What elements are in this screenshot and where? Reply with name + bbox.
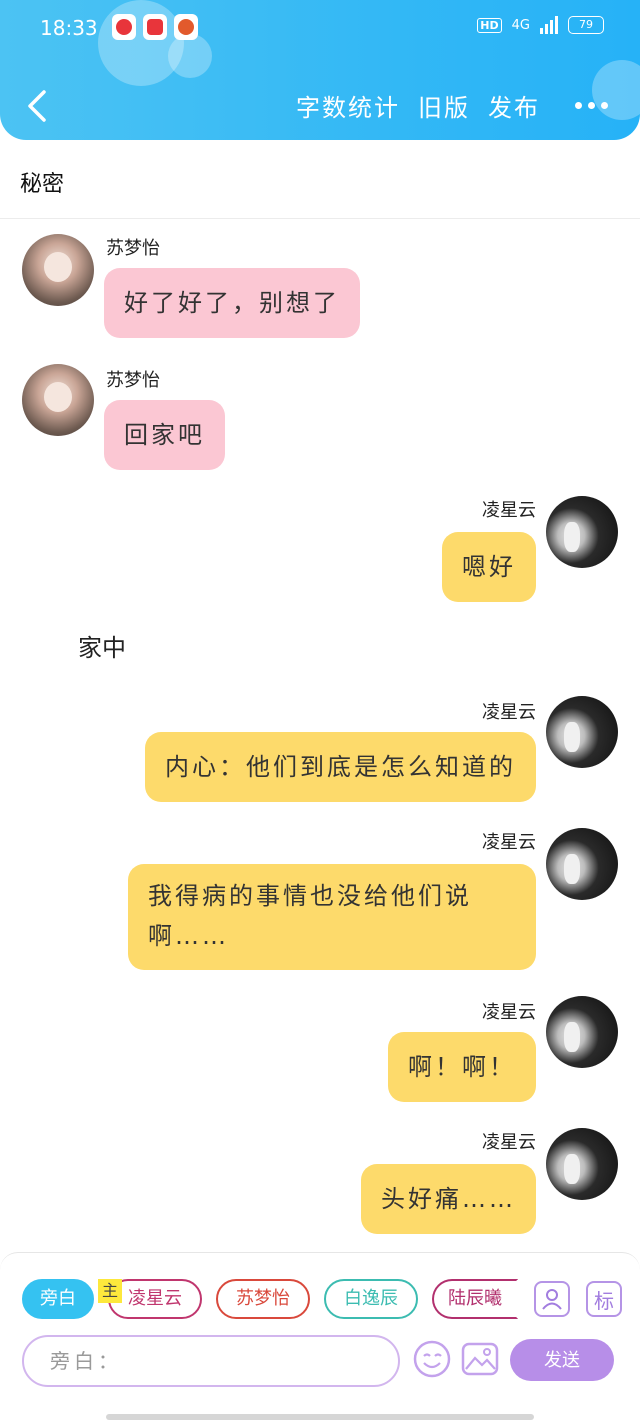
message-bubble[interactable]: 嗯好 [442, 532, 536, 602]
old-version-button[interactable]: 旧版 [418, 88, 470, 123]
role-chip-narrator[interactable]: 旁白 [22, 1279, 94, 1319]
message-bubble[interactable]: 我得病的事情也没给他们说 啊…… [128, 864, 536, 970]
message-input[interactable] [22, 1335, 400, 1387]
role-chip-luchenxi[interactable]: 陆辰曦 [432, 1279, 518, 1319]
input-row: 发送 [0, 1333, 640, 1393]
chevron-left-icon [28, 90, 46, 122]
divider [0, 218, 640, 219]
avatar[interactable] [546, 1128, 618, 1200]
main-role-badge: 主 [98, 1279, 122, 1303]
publish-button[interactable]: 发布 [488, 88, 540, 123]
back-button[interactable] [22, 86, 52, 126]
scene-label: 家中 [78, 634, 126, 662]
sender-name: 凌星云 [482, 1132, 536, 1153]
status-indicators: HD 4G 79 [477, 16, 604, 34]
network-type: 4G [511, 17, 530, 33]
more-dots-icon[interactable] [575, 102, 608, 109]
message-bubble[interactable]: 好了好了，别想了 [104, 268, 360, 338]
top-header: 18:33 HD 4G 79 字数统计 旧版 发布 [0, 0, 640, 140]
send-button[interactable]: 发送 [510, 1339, 614, 1381]
avatar[interactable] [22, 364, 94, 436]
notification-app-icon [143, 14, 167, 40]
battery-icon: 79 [568, 16, 604, 34]
emoji-icon[interactable] [412, 1339, 452, 1379]
character-manage-button[interactable] [534, 1281, 570, 1317]
message-bubble[interactable]: 头好痛…… [361, 1164, 536, 1234]
image-icon[interactable] [460, 1339, 500, 1379]
sender-name: 凌星云 [482, 702, 536, 723]
avatar[interactable] [546, 496, 618, 568]
sender-name: 苏梦怡 [106, 370, 160, 391]
person-icon [542, 1289, 562, 1310]
hd-icon: HD [477, 17, 502, 33]
role-chip-sumengyi[interactable]: 苏梦怡 [216, 1279, 310, 1319]
message-bubble[interactable]: 回家吧 [104, 400, 225, 470]
scene-title: 秘密 [20, 172, 65, 197]
notification-app-icon [174, 14, 198, 40]
message-line: 我得病的事情也没给他们说 [148, 882, 472, 910]
notification-app-icon [112, 14, 136, 40]
word-count-button[interactable]: 字数统计 [296, 88, 400, 123]
sender-name: 凌星云 [482, 832, 536, 853]
sender-name: 凌星云 [482, 500, 536, 521]
sender-name: 苏梦怡 [106, 238, 160, 259]
signal-icon [540, 16, 558, 34]
status-time: 18:33 [40, 16, 98, 40]
message-bubble[interactable]: 内心：他们到底是怎么知道的 [145, 732, 536, 802]
role-chip-baiyichen[interactable]: 白逸辰 [324, 1279, 418, 1319]
decor-bubble [592, 60, 640, 120]
tag-button[interactable]: 标 [586, 1281, 622, 1317]
composer-panel: 旁白 凌星云 主 苏梦怡 白逸辰 陆辰曦 标 旁白： 发送 [0, 1252, 640, 1392]
avatar[interactable] [22, 234, 94, 306]
message-line: 啊…… [148, 922, 229, 950]
role-selector: 旁白 凌星云 主 苏梦怡 白逸辰 陆辰曦 标 [0, 1253, 640, 1333]
decor-bubble [168, 34, 212, 78]
avatar[interactable] [546, 996, 618, 1068]
role-chip-lingxingyun[interactable]: 凌星云 [108, 1279, 202, 1319]
avatar[interactable] [546, 696, 618, 768]
avatar[interactable] [546, 828, 618, 900]
message-bubble[interactable]: 啊！啊！ [388, 1032, 536, 1102]
home-gesture-bar[interactable] [106, 1414, 534, 1420]
sender-name: 凌星云 [482, 1002, 536, 1023]
